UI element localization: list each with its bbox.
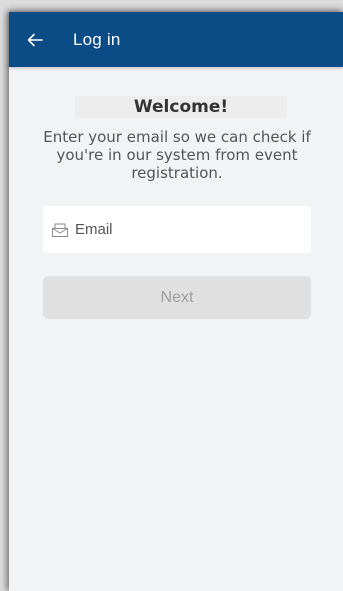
- welcome-banner: Welcome!: [75, 96, 287, 118]
- app-bar: Log in: [9, 12, 343, 67]
- welcome-heading: Welcome!: [133, 97, 229, 117]
- back-button[interactable]: [23, 28, 47, 52]
- envelope-icon: [51, 221, 69, 239]
- email-field[interactable]: [43, 206, 311, 253]
- arrow-left-icon: [27, 33, 43, 46]
- next-button[interactable]: Next: [43, 276, 311, 319]
- login-screen: Log in Welcome! Enter your email so we c…: [9, 12, 343, 591]
- page-title: Log in: [73, 29, 121, 49]
- intro-text: Enter your email so we can check if you'…: [43, 128, 311, 182]
- email-input[interactable]: [75, 221, 305, 238]
